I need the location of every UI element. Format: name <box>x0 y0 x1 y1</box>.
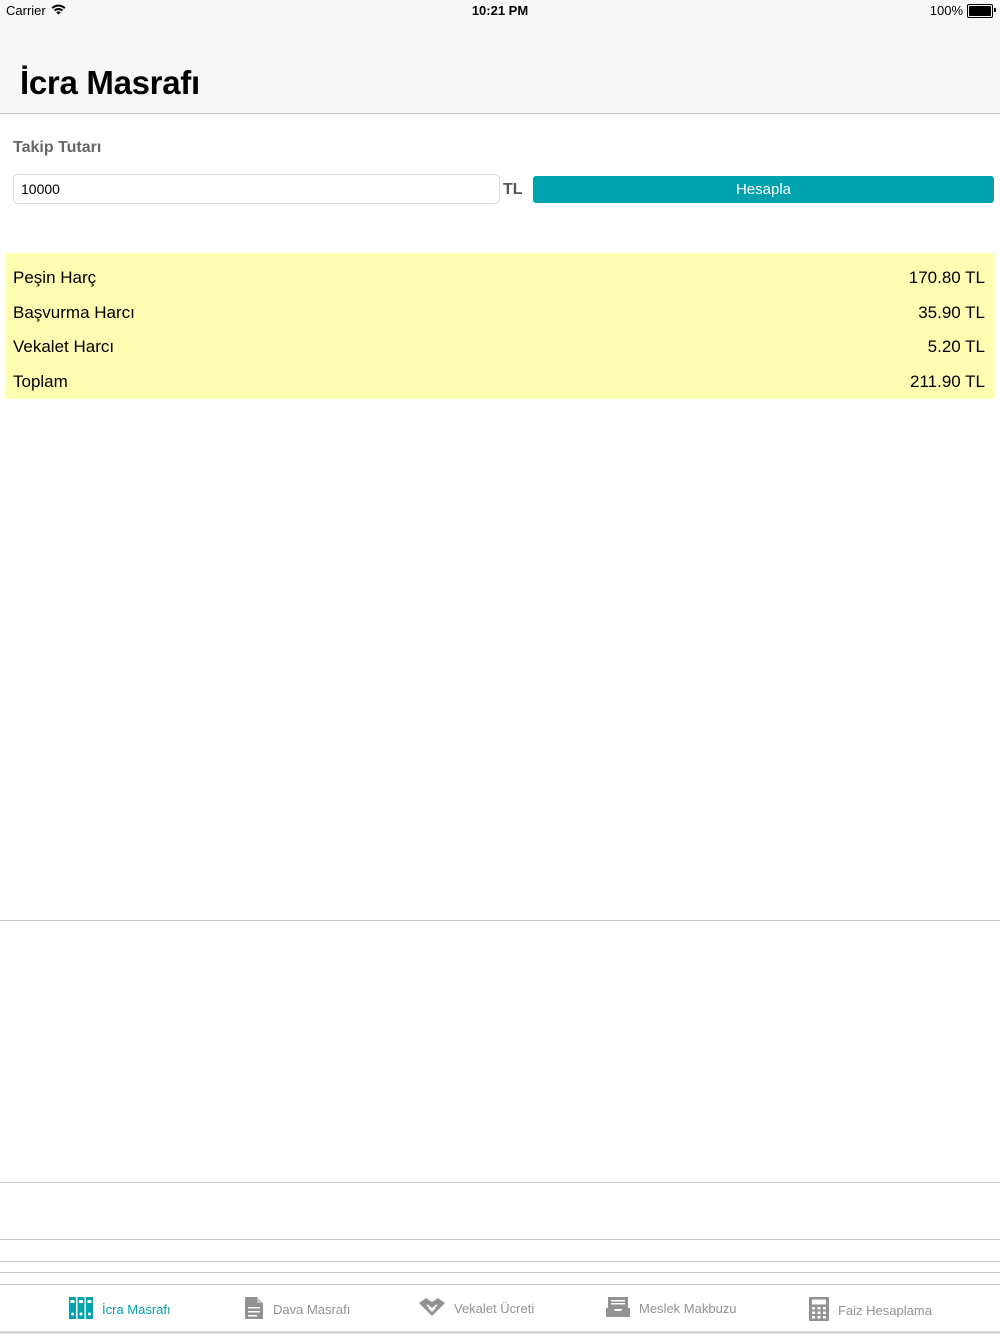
result-row-toplam: Toplam 211.90 TL <box>13 370 985 394</box>
tab-icra-masrafi[interactable]: İcra Masrafı <box>68 1296 171 1323</box>
status-bar: Carrier 10:21 PM 100% <box>0 0 1000 22</box>
handshake-icon <box>418 1296 446 1321</box>
tab-label: Meslek Makbuzu <box>639 1301 737 1316</box>
tab-label: Vekalet Ücreti <box>454 1301 535 1316</box>
result-value: 5.20 TL <box>927 337 985 356</box>
calculate-button[interactable]: Hesapla <box>533 176 994 203</box>
tab-bar-top-border <box>0 1284 1000 1285</box>
result-label: Başvurma Harcı <box>13 303 135 322</box>
result-row-basvurma-harci: Başvurma Harcı 35.90 TL <box>13 301 985 325</box>
calculator-icon <box>808 1296 830 1325</box>
tab-label: İcra Masrafı <box>102 1302 171 1317</box>
result-value: 35.90 TL <box>918 303 985 322</box>
battery-icon <box>967 3 996 18</box>
divider <box>0 1182 1000 1183</box>
tab-bar: İcra Masrafı Dava Masrafı Vekalet Ücreti <box>0 1288 1000 1334</box>
document-icon <box>243 1296 265 1323</box>
result-label: Toplam <box>13 372 68 391</box>
divider <box>0 1261 1000 1262</box>
tab-label: Faiz Hesaplama <box>838 1303 932 1318</box>
tab-meslek-makbuzu[interactable]: Meslek Makbuzu <box>605 1296 737 1321</box>
tab-vekalet-ucreti[interactable]: Vekalet Ücreti <box>418 1296 534 1321</box>
status-right: 100% <box>929 3 996 18</box>
amount-input[interactable] <box>13 174 500 204</box>
battery-percent: 100% <box>929 3 963 18</box>
currency-label: TL <box>503 181 523 198</box>
divider <box>0 1239 1000 1240</box>
amount-label: Takip Tutarı <box>13 139 102 156</box>
tab-dava-masrafi[interactable]: Dava Masrafı <box>243 1296 350 1323</box>
navigation-bar: İcra Masrafı <box>0 22 1000 114</box>
result-value: 211.90 TL <box>910 372 985 391</box>
inbox-tray-icon <box>605 1296 631 1321</box>
result-row-vekalet-harci: Vekalet Harcı 5.20 TL <box>13 335 985 359</box>
divider <box>0 920 1000 921</box>
result-value: 170.80 TL <box>908 268 985 287</box>
page-title: İcra Masrafı <box>20 64 200 101</box>
divider <box>0 1272 1000 1273</box>
results-panel: Peşin Harç 170.80 TL Başvurma Harcı 35.9… <box>5 253 995 399</box>
result-label: Vekalet Harcı <box>13 337 115 356</box>
result-label: Peşin Harç <box>13 268 97 287</box>
tab-faiz-hesaplama[interactable]: Faiz Hesaplama <box>808 1296 932 1325</box>
result-row-pesin-harc: Peşin Harç 170.80 TL <box>13 266 985 290</box>
status-time: 10:21 PM <box>471 3 529 18</box>
tab-label: Dava Masrafı <box>273 1302 351 1317</box>
binders-icon <box>68 1296 94 1323</box>
